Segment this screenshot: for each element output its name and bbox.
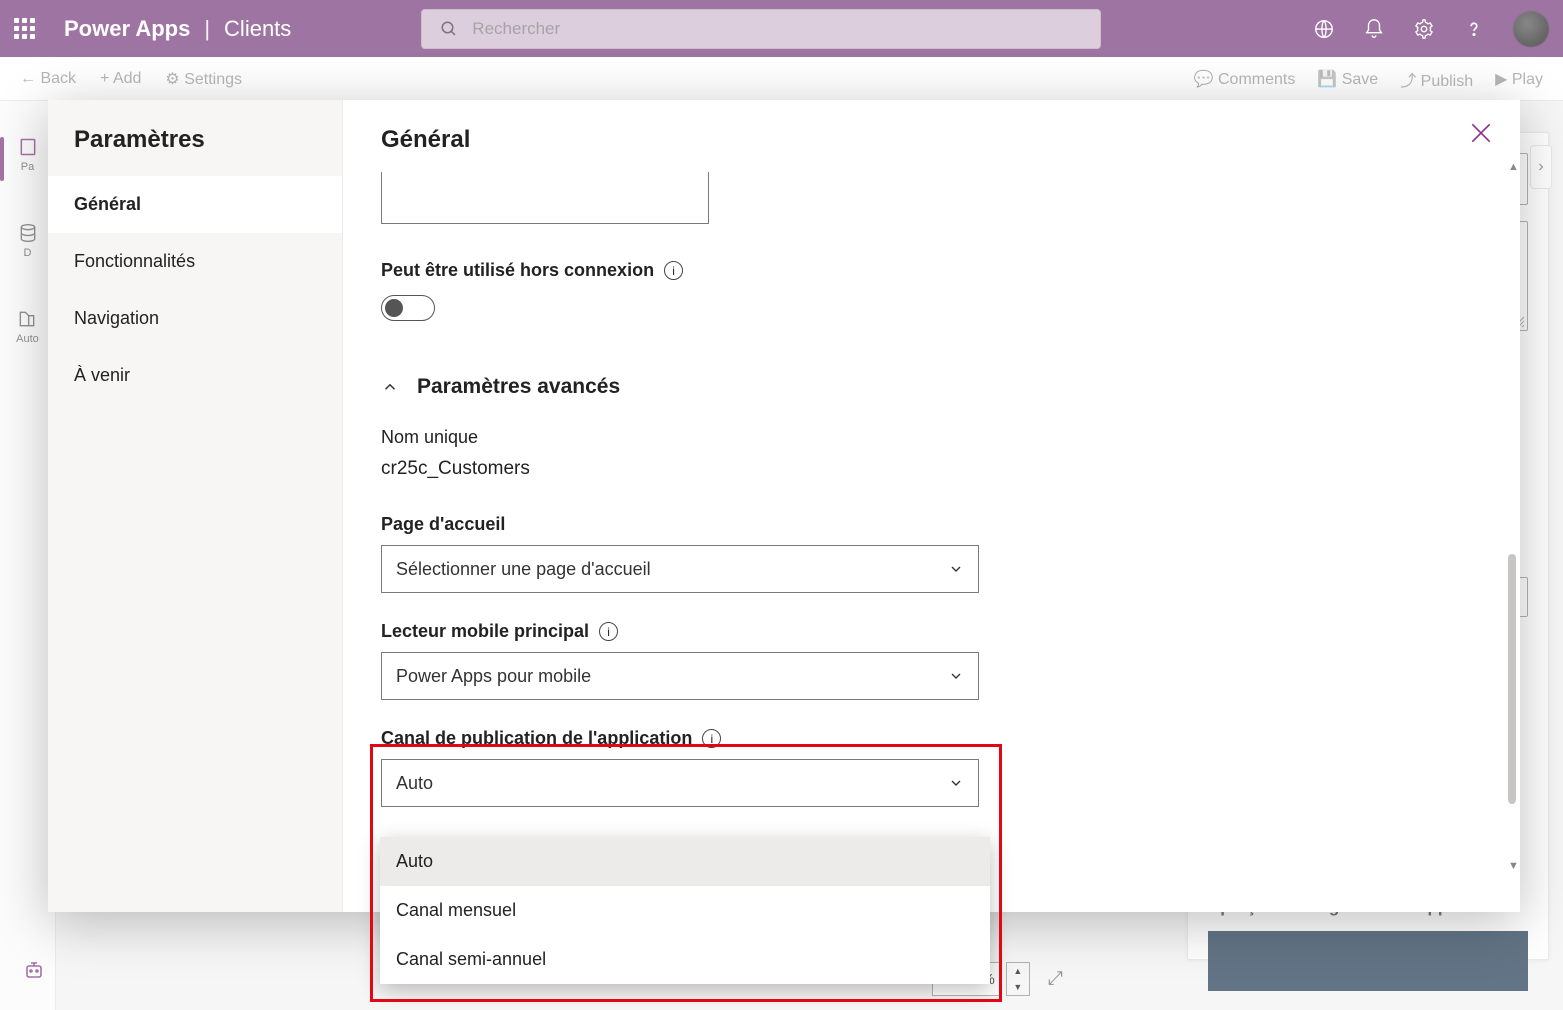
close-button[interactable]: [1468, 120, 1494, 151]
command-bar: ← Back + Add ⚙ Settings 💬 Comments 💾 Sav…: [0, 57, 1563, 101]
release-channel-select[interactable]: Auto: [381, 759, 979, 807]
release-channel-option-monthly[interactable]: Canal mensuel: [380, 886, 990, 935]
app-title: Power Apps: [64, 16, 190, 42]
release-channel-option-semi[interactable]: Canal semi-annuel: [380, 935, 990, 984]
settings-modal-title: Paramètres: [48, 100, 342, 176]
header-right: [1313, 11, 1549, 47]
title-divider: |: [204, 16, 210, 42]
description-input-partial[interactable]: [381, 172, 709, 224]
release-channel-dropdown: Auto Canal mensuel Canal semi-annuel: [380, 837, 990, 984]
info-icon[interactable]: i: [599, 622, 618, 641]
zoom-spinner[interactable]: ▲▼: [1006, 962, 1030, 996]
rail-automation-label: Auto: [16, 333, 39, 345]
search-input[interactable]: [472, 19, 1082, 39]
content-scroll: Peut être utilisé hors connexion i Param…: [381, 172, 1482, 898]
settings-modal-content: Général Peut être utilisé hors connexion…: [343, 100, 1520, 912]
panel-collapse-icon[interactable]: [1530, 145, 1552, 189]
info-icon[interactable]: i: [702, 729, 721, 748]
fit-icon[interactable]: ⤢: [1048, 968, 1063, 990]
rail-data[interactable]: D: [18, 223, 38, 259]
scroll-down-icon[interactable]: ▼: [1508, 861, 1516, 872]
settings-modal: Paramètres Général Fonctionnalités Navig…: [48, 100, 1520, 912]
mobile-player-select[interactable]: Power Apps pour mobile: [381, 652, 979, 700]
thumbnail-preview-tile: [1208, 931, 1528, 991]
rail-pages-label: Pa: [21, 161, 34, 173]
user-avatar[interactable]: [1513, 11, 1549, 47]
app-header: Power Apps | Clients: [0, 0, 1563, 57]
chevron-up-icon: [381, 378, 399, 396]
scroll-up-icon[interactable]: ▲: [1508, 162, 1516, 173]
rail-data-label: D: [24, 247, 32, 259]
close-icon: [1468, 120, 1494, 146]
search-icon: [440, 20, 458, 38]
search-box[interactable]: [421, 9, 1101, 49]
info-icon[interactable]: i: [664, 261, 683, 280]
nav-features[interactable]: Fonctionnalités: [48, 233, 342, 290]
mobile-player-label: Lecteur mobile principal i: [381, 621, 1482, 642]
home-page-select[interactable]: Sélectionner une page d'accueil: [381, 545, 979, 593]
context-title: Clients: [224, 16, 291, 42]
release-channel-label: Canal de publication de l'application i: [381, 728, 1482, 749]
chevron-down-icon: [948, 668, 964, 684]
scroll-thumb[interactable]: [1508, 554, 1516, 804]
chevron-down-icon: [948, 775, 964, 791]
content-heading: Général: [381, 126, 1482, 154]
offline-toggle[interactable]: [381, 295, 435, 321]
nav-general[interactable]: Général: [48, 176, 342, 233]
unique-name-label: Nom unique: [381, 427, 1482, 448]
modal-scrollbar[interactable]: ▲ ▼: [1508, 162, 1516, 872]
rail-pages[interactable]: Pa: [18, 137, 38, 173]
release-channel-option-auto[interactable]: Auto: [380, 837, 990, 886]
copilot-icon[interactable]: [22, 959, 46, 988]
rail-automation[interactable]: Auto: [16, 309, 39, 345]
advanced-section-header[interactable]: Paramètres avancés: [381, 375, 1482, 399]
settings-modal-sidebar: Paramètres Général Fonctionnalités Navig…: [48, 100, 343, 912]
release-channel-select-value: Auto: [396, 773, 433, 794]
home-page-select-value: Sélectionner une page d'accueil: [396, 559, 651, 580]
unique-name-value: cr25c_Customers: [381, 458, 1482, 480]
environment-icon[interactable]: [1313, 18, 1335, 40]
chevron-down-icon: [948, 561, 964, 577]
settings-icon[interactable]: [1413, 18, 1435, 40]
nav-coming[interactable]: À venir: [48, 347, 342, 404]
notifications-icon[interactable]: [1363, 18, 1385, 40]
offline-label: Peut être utilisé hors connexion i: [381, 260, 1482, 281]
help-icon[interactable]: [1463, 18, 1485, 40]
waffle-icon[interactable]: [14, 18, 36, 40]
mobile-player-select-value: Power Apps pour mobile: [396, 666, 591, 687]
nav-navigation[interactable]: Navigation: [48, 290, 342, 347]
home-page-label: Page d'accueil: [381, 514, 1482, 535]
